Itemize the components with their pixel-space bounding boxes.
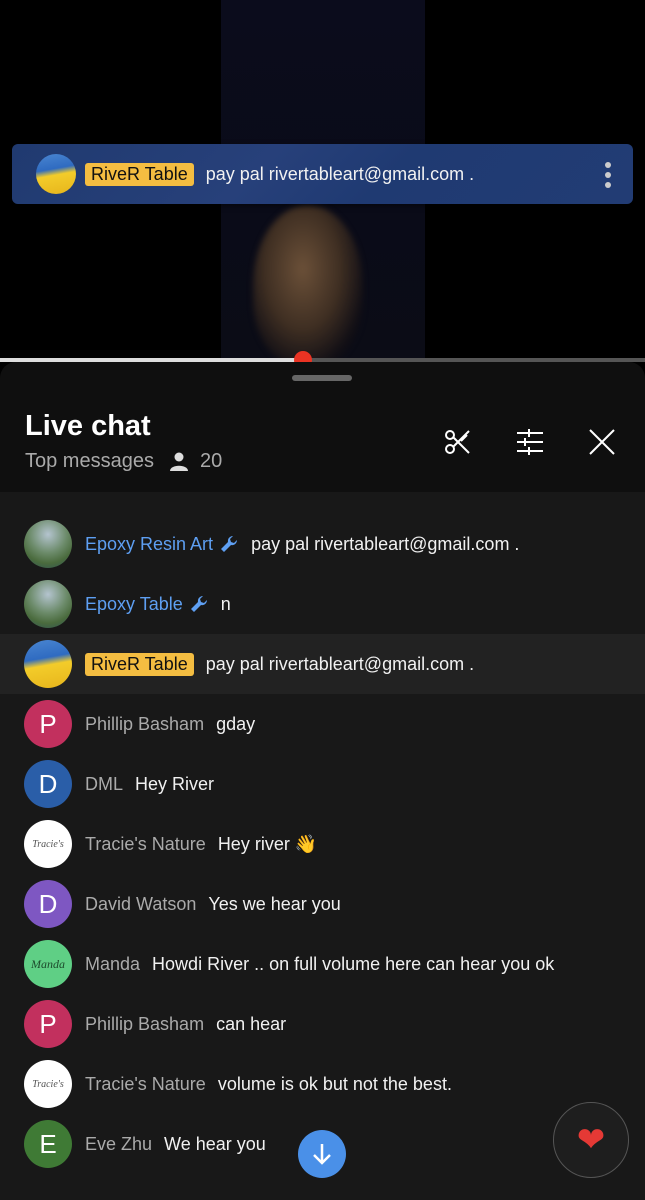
message-author[interactable]: David Watson [85,894,196,915]
avatar: D [24,760,72,808]
chat-message[interactable]: Manda Manda Howdi River .. on full volume … [0,934,645,994]
message-author[interactable]: Phillip Basham [85,714,204,735]
filter-sliders-icon [517,429,543,455]
message-author[interactable]: Epoxy Table [85,594,183,615]
message-author[interactable]: DML [85,774,123,795]
avatar: D [24,880,72,928]
chat-message[interactable]: D David Watson Yes we hear you [0,874,645,934]
message-author[interactable]: Epoxy Resin Art [85,534,213,555]
pinned-author[interactable]: RiveR Table [85,162,194,186]
message-text: Howdi River .. on full volume here can h… [152,953,555,974]
moderator-wrench-icon [221,535,238,552]
chat-message[interactable]: RiveR Table pay pal rivertableart@gmail.c… [0,634,645,694]
avatar: E [24,1120,72,1168]
message-author[interactable]: RiveR Table [85,652,194,676]
message-author[interactable]: Phillip Basham [85,1014,204,1035]
message-author[interactable]: Tracie's Nature [85,834,206,855]
message-text: volume is ok but not the best. [217,1073,452,1094]
drag-handle[interactable] [292,375,352,381]
viewer-count: 20 [199,450,223,472]
more-options-button[interactable] [605,162,611,188]
close-icon [589,429,615,455]
moderator-wrench-icon [190,595,207,612]
live-chat-panel: Live chat Top messages 20 Epoxy Resin Ar… [0,362,645,1200]
chat-mode-selector[interactable]: Top messages 20 [25,450,222,473]
avatar: P [24,1000,72,1048]
chat-message[interactable]: Epoxy Resin Art pay pal rivertableart@gma… [0,514,645,574]
chat-message[interactable]: Tracie's Tracie's Nature Hey river 👋 [0,814,645,874]
message-text: We hear you [164,1133,266,1154]
avatar [24,520,72,568]
chat-message[interactable]: Tracie's Tracie's Nature volume is ok but … [0,1054,645,1114]
chat-message[interactable]: P Phillip Basham gday [0,694,645,754]
message-author[interactable]: Tracie's Nature [85,1074,206,1095]
pinned-text: pay pal rivertableart@gmail.com . [205,163,475,184]
message-text: Hey river 👋 [217,833,318,854]
clip-icon [445,430,470,454]
avatar [36,154,76,194]
avatar: P [24,700,72,748]
video-content [253,205,363,360]
message-text: Yes we hear you [208,893,341,914]
message-text: n [220,593,231,614]
message-text: gday [216,713,256,734]
filter-button[interactable] [512,424,548,460]
avatar: Manda [24,940,72,988]
avatar [24,580,72,628]
person-icon [169,452,188,471]
avatar [24,640,72,688]
message-author[interactable]: Eve Zhu [85,1134,152,1155]
avatar: Tracie's [24,820,72,868]
pinned-message[interactable]: RiveR Table pay pal rivertableart@gmail.… [12,144,633,204]
chat-message[interactable]: P Phillip Basham can hear [0,994,645,1054]
reaction-button[interactable]: ❤ [553,1102,629,1178]
clip-button[interactable] [440,424,476,460]
message-text: can hear [216,1013,287,1034]
message-text: pay pal rivertableart@gmail.com . [251,533,520,554]
chat-list[interactable]: Epoxy Resin Art pay pal rivertableart@gma… [0,492,645,1200]
heart-icon: ❤ [576,1121,606,1159]
chat-mode-label: Top messages [25,450,154,472]
close-button[interactable] [584,424,620,460]
chat-message[interactable]: Epoxy Table n [0,574,645,634]
scroll-to-bottom-button[interactable] [298,1130,346,1178]
panel-title: Live chat [25,410,151,442]
avatar: Tracie's [24,1060,72,1108]
message-text: pay pal rivertableart@gmail.com . [205,653,475,674]
chat-message[interactable]: D DML Hey River [0,754,645,814]
message-text: Hey River [135,773,215,794]
message-author[interactable]: Manda [85,954,140,975]
arrow-down-icon [313,1144,331,1165]
